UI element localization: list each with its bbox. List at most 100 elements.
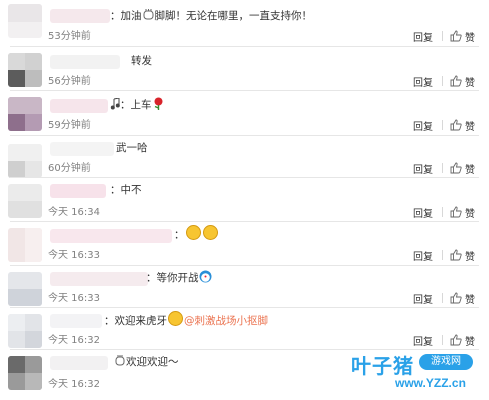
comment-text: ：: [174, 225, 219, 243]
comment-item: ：中不 今天 16:34 回复 赞: [0, 178, 489, 220]
thumbs-up-icon[interactable]: [450, 249, 462, 261]
divider: [442, 31, 443, 41]
watermark-url: www.YZZ.cn: [395, 376, 466, 390]
divider: [442, 293, 443, 303]
laughing-emoji-icon: [202, 225, 218, 240]
comment-time: 56分钟前: [48, 76, 91, 87]
comment-actions: 回复 赞: [413, 247, 475, 263]
username-blurred[interactable]: [50, 142, 114, 156]
reply-button[interactable]: 回复: [413, 291, 433, 306]
comment-text: ：等你开战: [146, 269, 212, 287]
comment-text-1: ：等你开战: [146, 272, 199, 284]
avatar[interactable]: [8, 144, 42, 178]
username-blurred[interactable]: [50, 272, 148, 286]
username-blurred[interactable]: [50, 229, 172, 243]
thumbs-up-icon[interactable]: [450, 30, 462, 42]
comment-text-1: ：加油: [110, 10, 142, 22]
mention-link[interactable]: @刺激战场小抠脚: [184, 315, 268, 327]
comment-text-1: ：上车: [120, 99, 152, 111]
like-button[interactable]: 赞: [465, 291, 475, 306]
comment-time: 59分钟前: [48, 120, 91, 131]
comment-text-1: ：欢迎来虎牙: [104, 315, 167, 327]
comment-text: 转发: [131, 55, 152, 67]
laughing-emoji-icon: [185, 225, 201, 240]
comment-text: ：上车: [110, 96, 165, 114]
comment-text: 武一哈: [116, 142, 148, 154]
username-blurred[interactable]: [50, 9, 110, 23]
comment-text-1: ：: [174, 229, 185, 241]
comment-actions: 回复 赞: [413, 332, 475, 348]
comment-text: ：欢迎来虎牙 @刺激战场小抠脚: [104, 311, 268, 329]
reply-button[interactable]: 回复: [413, 118, 433, 133]
comment-item: ：上车 59分钟前 回复 赞: [0, 91, 489, 134]
reply-button[interactable]: 回复: [413, 248, 433, 263]
comment-item: ： 今天 16:33 回复 赞: [0, 222, 489, 264]
comment-actions: 回复 赞: [413, 204, 475, 220]
like-button[interactable]: 赞: [465, 161, 475, 176]
thumbs-up-icon[interactable]: [450, 119, 462, 131]
username-blurred[interactable]: [50, 55, 120, 69]
like-button[interactable]: 赞: [465, 248, 475, 263]
comment-list: ：加油 脚脚！无论在哪里，一直支持你！ 53分钟前 回复 赞 转发 56分钟前 回…: [0, 0, 489, 400]
reply-button[interactable]: 回复: [413, 74, 433, 89]
thumbs-up-icon[interactable]: [450, 334, 462, 346]
watermark-title: 叶子猪: [351, 356, 414, 378]
username-blurred[interactable]: [50, 99, 108, 113]
thumbs-up-icon[interactable]: [450, 206, 462, 218]
like-button[interactable]: 赞: [465, 118, 475, 133]
thumbs-up-icon[interactable]: [450, 75, 462, 87]
divider: [442, 207, 443, 217]
avatar[interactable]: [8, 184, 42, 218]
reply-button[interactable]: 回复: [413, 205, 433, 220]
comment-text-2: 脚脚！无论在哪里，一直支持你！: [154, 10, 313, 22]
like-button[interactable]: 赞: [465, 74, 475, 89]
fist-emoji-icon: [115, 355, 125, 366]
rose-emoji-icon: [154, 97, 162, 110]
comment-text: ：中不: [110, 184, 142, 196]
avatar[interactable]: [8, 314, 42, 348]
thumbs-up-icon[interactable]: [450, 162, 462, 174]
comment-text: 欢迎欢迎～: [114, 353, 179, 371]
like-button[interactable]: 赞: [465, 29, 475, 44]
reply-button[interactable]: 回复: [413, 333, 433, 348]
avatar[interactable]: [8, 97, 42, 131]
username-blurred[interactable]: [50, 314, 102, 328]
fist-emoji-icon: [143, 9, 153, 20]
username-blurred[interactable]: [50, 356, 108, 370]
comment-time: 今天 16:33: [48, 293, 100, 304]
comment-time: 今天 16:33: [48, 250, 100, 261]
like-button[interactable]: 赞: [465, 205, 475, 220]
watermark-badge: 游戏网: [419, 354, 473, 370]
like-button[interactable]: 赞: [465, 333, 475, 348]
comment-item: 转发 56分钟前 回复 赞: [0, 47, 489, 89]
username-blurred[interactable]: [50, 184, 106, 198]
avatar[interactable]: [8, 228, 42, 262]
reply-button[interactable]: 回复: [413, 29, 433, 44]
comment-item: ：等你开战 今天 16:33 回复 赞: [0, 266, 489, 306]
comment-actions: 回复 赞: [413, 73, 475, 89]
comment-time: 今天 16:32: [48, 379, 100, 390]
comment-actions: 回复 赞: [413, 28, 475, 44]
thumbs-up-icon[interactable]: [450, 292, 462, 304]
comment-item: 武一哈 60分钟前 回复 赞: [0, 136, 489, 178]
divider: [442, 120, 443, 130]
comment-time: 今天 16:32: [48, 335, 100, 346]
comment-actions: 回复 赞: [413, 160, 475, 176]
reply-button[interactable]: 回复: [413, 161, 433, 176]
music-note-icon: [110, 97, 120, 110]
divider: [442, 163, 443, 173]
avatar[interactable]: [8, 53, 42, 87]
comment-item: ：欢迎来虎牙 @刺激战场小抠脚 今天 16:32 回复 赞: [0, 308, 489, 348]
comment-time: 60分钟前: [48, 163, 91, 174]
avatar[interactable]: [8, 356, 42, 390]
doraemon-emoji-icon: [199, 270, 211, 283]
divider: [442, 335, 443, 345]
comment-time: 今天 16:34: [48, 207, 100, 218]
avatar[interactable]: [8, 272, 42, 306]
comment-text: ：加油 脚脚！无论在哪里，一直支持你！: [110, 7, 312, 25]
comment-actions: 回复 赞: [413, 290, 475, 306]
watermark-logo: 叶子猪 游戏网 www.YZZ.cn: [351, 350, 477, 396]
comment-item: ：加油 脚脚！无论在哪里，一直支持你！ 53分钟前 回复 赞: [0, 0, 489, 44]
avatar[interactable]: [8, 4, 42, 38]
comment-text-1: 欢迎欢迎～: [126, 356, 179, 368]
